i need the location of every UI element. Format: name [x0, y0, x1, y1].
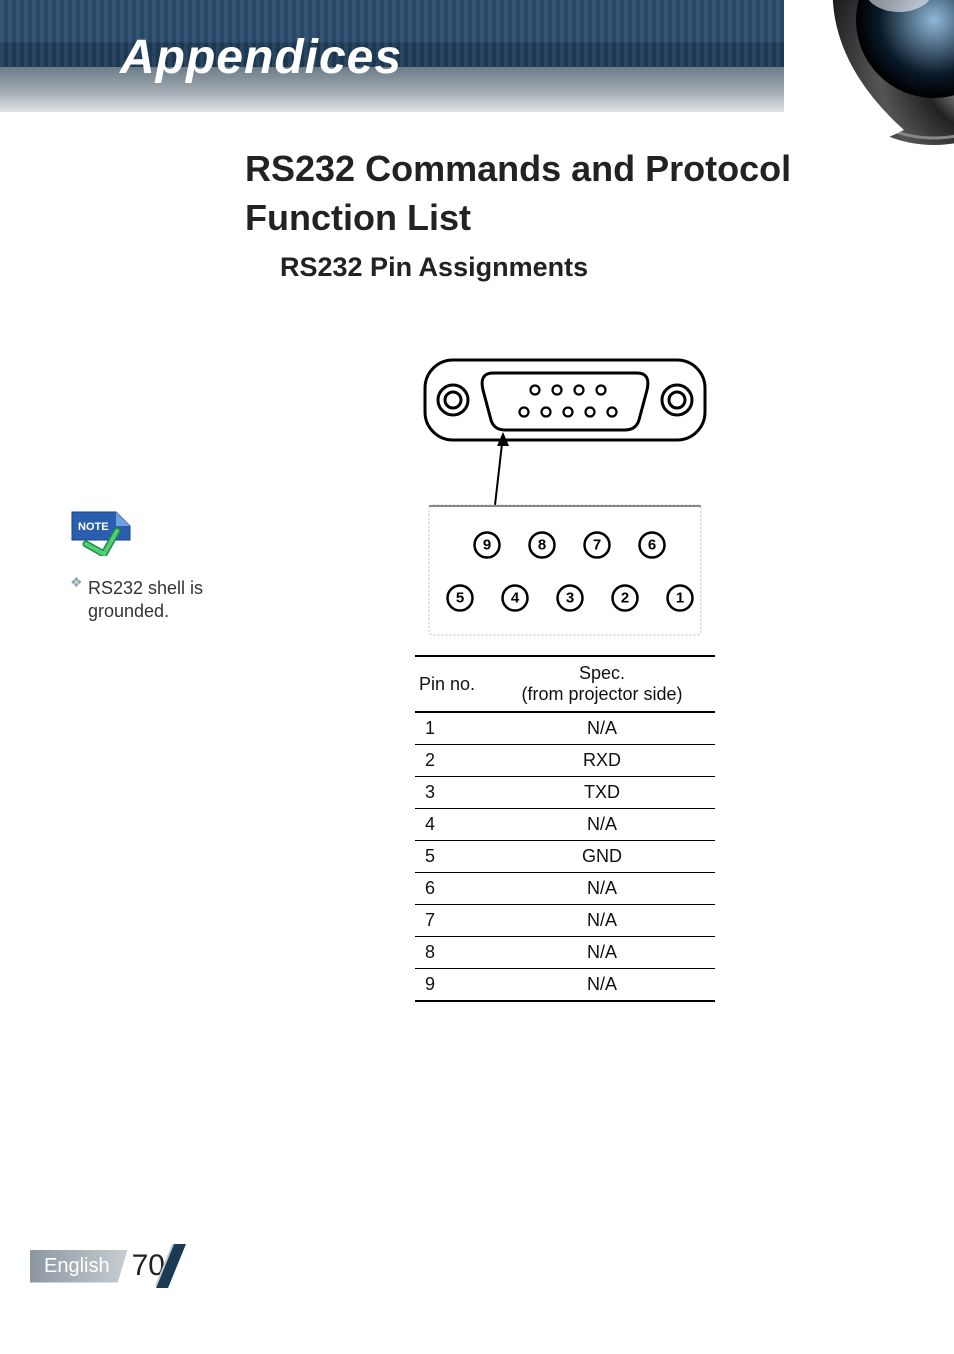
table-header-pin: Pin no. [415, 656, 489, 712]
pin-label: 8 [538, 537, 546, 554]
pin-label: 6 [648, 537, 656, 554]
table-row: 2RXD [415, 745, 715, 777]
pin-label: 9 [483, 537, 491, 554]
pin-label: 3 [566, 590, 574, 607]
pin-label: 1 [676, 590, 684, 607]
cell-pin: 3 [415, 777, 489, 809]
note-tag-icon: NOTE [70, 510, 132, 556]
cell-spec: N/A [489, 809, 715, 841]
header-banner: Appendices [0, 0, 954, 112]
table-row: 7N/A [415, 905, 715, 937]
table-header-spec: Spec. (from projector side) [489, 656, 715, 712]
table-row: 9N/A [415, 969, 715, 1002]
cell-pin: 5 [415, 841, 489, 873]
note-box: NOTE ❖ RS232 shell is grounded. [70, 510, 230, 624]
table-header-spec-top: Spec. [579, 663, 625, 683]
pin-label: 7 [593, 537, 601, 554]
cell-spec: N/A [489, 712, 715, 745]
cell-spec: N/A [489, 937, 715, 969]
cell-pin: 9 [415, 969, 489, 1002]
cell-pin: 4 [415, 809, 489, 841]
pin-label: 2 [621, 590, 629, 607]
footer-language: English [30, 1250, 128, 1283]
cell-pin: 8 [415, 937, 489, 969]
cell-spec: N/A [489, 873, 715, 905]
table-header-spec-bottom: (from projector side) [521, 684, 682, 704]
cell-pin: 7 [415, 905, 489, 937]
cell-pin: 6 [415, 873, 489, 905]
pin-assignment-table: Pin no. Spec. (from projector side) 1N/A… [415, 655, 715, 1002]
page-footer: English 70 [30, 1246, 165, 1286]
section-subtitle: RS232 Pin Assignments [280, 252, 588, 283]
table-row: 1N/A [415, 712, 715, 745]
cell-spec: N/A [489, 905, 715, 937]
table-row: 8N/A [415, 937, 715, 969]
note-text: RS232 shell is grounded. [88, 577, 230, 624]
cell-pin: 2 [415, 745, 489, 777]
pin-label: 5 [456, 590, 464, 607]
cell-pin: 1 [415, 712, 489, 745]
pin-label: 4 [511, 590, 520, 607]
footer-divider-icon [156, 1244, 202, 1288]
banner-title: Appendices [120, 30, 402, 85]
note-label: NOTE [78, 521, 109, 533]
table-row: 6N/A [415, 873, 715, 905]
cell-spec: GND [489, 841, 715, 873]
table-row: 3TXD [415, 777, 715, 809]
table-row: 5GND [415, 841, 715, 873]
cell-spec: TXD [489, 777, 715, 809]
table-row: 4N/A [415, 809, 715, 841]
cell-spec: RXD [489, 745, 715, 777]
cell-spec: N/A [489, 969, 715, 1002]
connector-diagram: 9 8 7 6 5 4 3 2 1 [415, 340, 715, 655]
page-title: RS232 Commands and Protocol Function Lis… [245, 145, 885, 242]
diamond-bullet-icon: ❖ [70, 574, 83, 591]
